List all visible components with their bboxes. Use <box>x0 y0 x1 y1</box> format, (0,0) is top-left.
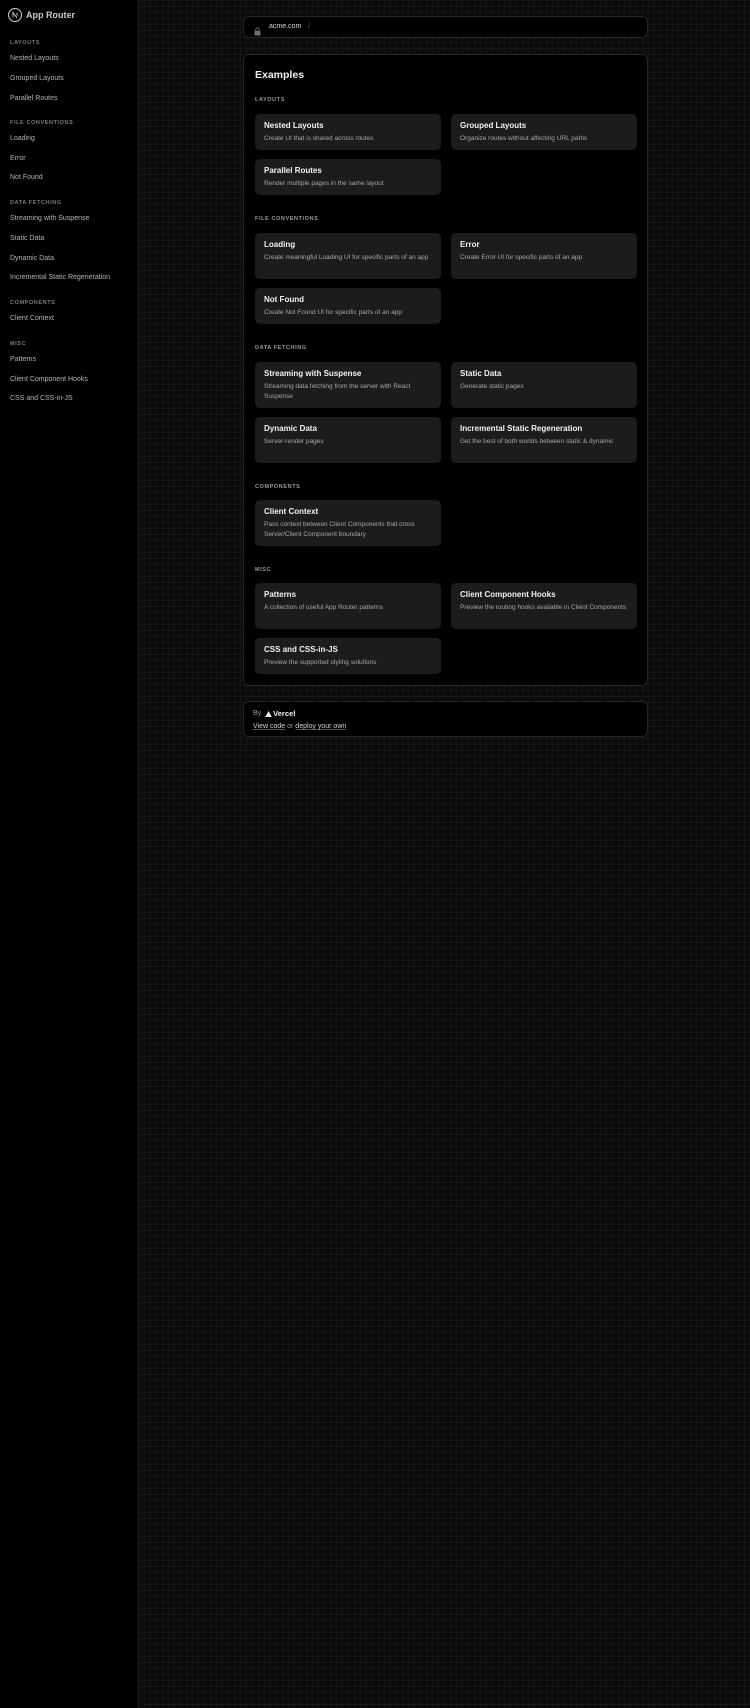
sidebar-item-error[interactable]: Error <box>10 155 26 162</box>
sidebar-item-dynamic-data[interactable]: Dynamic Data <box>10 255 54 262</box>
sidebar-item-parallel-routes[interactable]: Parallel Routes <box>10 95 57 102</box>
vercel-triangle-icon <box>265 710 273 717</box>
card-description: Preview the routing hooks available in C… <box>460 604 627 611</box>
sidebar-item-streaming[interactable]: Streaming with Suspense <box>10 215 89 222</box>
card-parallel-routes[interactable]: Parallel Routes Render multiple pages in… <box>255 159 441 195</box>
card-css[interactable]: CSS and CSS-in-JS Preview the supported … <box>255 638 441 674</box>
brand-title: App Router <box>26 10 75 20</box>
section-heading-data-fetching: Data Fetching <box>255 345 307 351</box>
section-heading-layouts: Layouts <box>255 97 285 103</box>
card-title: Client Context <box>264 507 319 516</box>
url-domain[interactable]: acme.com <box>269 23 301 30</box>
card-description: Create UI that is shared across routes <box>264 135 374 142</box>
card-description: Create Error UI for specific parts of an… <box>460 254 583 261</box>
card-streaming[interactable]: Streaming with Suspense Streaming data f… <box>255 362 441 408</box>
sidebar-item-grouped-layouts[interactable]: Grouped Layouts <box>10 75 64 82</box>
footer-by: By Vercel <box>253 709 295 718</box>
card-description: Create Not Found UI for specific parts o… <box>264 309 403 316</box>
card-patterns[interactable]: Patterns A collection of useful App Rout… <box>255 583 441 629</box>
nav-heading-data-fetching: Data Fetching <box>10 200 62 206</box>
nextjs-logo-icon <box>8 8 22 22</box>
or-text: or <box>285 723 296 730</box>
brand-link[interactable]: App Router <box>0 0 130 28</box>
sidebar-item-static-data[interactable]: Static Data <box>10 235 44 242</box>
card-description: Render multiple pages in the same layout <box>264 180 384 187</box>
card-grouped-layouts[interactable]: Grouped Layouts Organize routes without … <box>451 114 637 150</box>
card-dynamic-data[interactable]: Dynamic Data Server-render pages <box>255 417 441 463</box>
card-description: Streaming data fetching from the server … <box>264 383 411 400</box>
card-client-context[interactable]: Client Context Pass context between Clie… <box>255 500 441 546</box>
card-title: Dynamic Data <box>264 424 317 433</box>
card-description: Create meaningful Loading UI for specifi… <box>264 254 429 261</box>
lock-icon <box>254 23 261 36</box>
sidebar-item-loading[interactable]: Loading <box>10 135 35 142</box>
sidebar-item-nested-layouts[interactable]: Nested Layouts <box>10 55 59 62</box>
sidebar: App Router Layouts Nested Layouts Groupe… <box>0 0 139 1708</box>
nav-heading-layouts: Layouts <box>10 40 40 46</box>
examples-panel: Examples Layouts Nested Layouts Create U… <box>243 54 648 686</box>
by-label: By <box>253 710 262 717</box>
card-title: CSS and CSS-in-JS <box>264 645 338 654</box>
card-nested-layouts[interactable]: Nested Layouts Create UI that is shared … <box>255 114 441 150</box>
card-description: Generate static pages <box>460 383 524 390</box>
footer-links: View code or deploy your own <box>253 723 346 730</box>
vercel-wordmark: Vercel <box>273 709 296 718</box>
nav-heading-file-conventions: File Conventions <box>10 120 74 126</box>
card-isr[interactable]: Incremental Static Regeneration Get the … <box>451 417 637 463</box>
deploy-link[interactable]: deploy your own <box>295 723 346 730</box>
card-description: Get the best of both worlds between stat… <box>460 438 614 445</box>
sidebar-item-not-found[interactable]: Not Found <box>10 174 43 181</box>
card-client-component-hooks[interactable]: Client Component Hooks Preview the routi… <box>451 583 637 629</box>
card-title: Parallel Routes <box>264 166 322 175</box>
footer: By Vercel View code or deploy your own <box>243 701 648 737</box>
sidebar-item-client-context[interactable]: Client Context <box>10 315 54 322</box>
address-bar: acme.com / <box>243 16 648 38</box>
card-description: A collection of useful App Router patter… <box>264 604 383 611</box>
page-title: Examples <box>255 69 305 81</box>
card-title: Grouped Layouts <box>460 121 527 130</box>
card-description: Preview the supported styling solutions <box>264 659 377 666</box>
sidebar-item-client-component-hooks[interactable]: Client Component Hooks <box>10 376 88 383</box>
card-title: Static Data <box>460 369 502 378</box>
sidebar-item-patterns[interactable]: Patterns <box>10 356 36 363</box>
sidebar-item-css[interactable]: CSS and CSS-in-JS <box>10 395 73 402</box>
card-title: Incremental Static Regeneration <box>460 424 583 433</box>
url-separator: / <box>308 23 310 30</box>
section-heading-misc: Misc <box>255 567 272 573</box>
sidebar-item-isr[interactable]: Incremental Static Regeneration <box>10 274 110 281</box>
section-heading-components: Components <box>255 484 301 490</box>
card-title: Nested Layouts <box>264 121 324 130</box>
card-error[interactable]: Error Create Error UI for specific parts… <box>451 233 637 279</box>
nav-heading-components: Components <box>10 300 56 306</box>
section-heading-file-conventions: File Conventions <box>255 216 319 222</box>
card-title: Patterns <box>264 590 297 599</box>
card-title: Streaming with Suspense <box>264 369 362 378</box>
nav-heading-misc: Misc <box>10 341 27 347</box>
card-description: Server-render pages <box>264 438 324 445</box>
card-title: Not Found <box>264 295 304 304</box>
card-title: Loading <box>264 240 296 249</box>
view-code-link[interactable]: View code <box>253 723 285 730</box>
card-description: Pass context between Client Components t… <box>264 521 415 538</box>
card-description: Organize routes without affecting URL pa… <box>460 135 588 142</box>
card-title: Client Component Hooks <box>460 590 556 599</box>
vercel-logo-link[interactable]: Vercel <box>265 709 295 718</box>
card-not-found[interactable]: Not Found Create Not Found UI for specif… <box>255 288 441 324</box>
card-loading[interactable]: Loading Create meaningful Loading UI for… <box>255 233 441 279</box>
card-title: Error <box>460 240 480 249</box>
card-static-data[interactable]: Static Data Generate static pages <box>451 362 637 408</box>
